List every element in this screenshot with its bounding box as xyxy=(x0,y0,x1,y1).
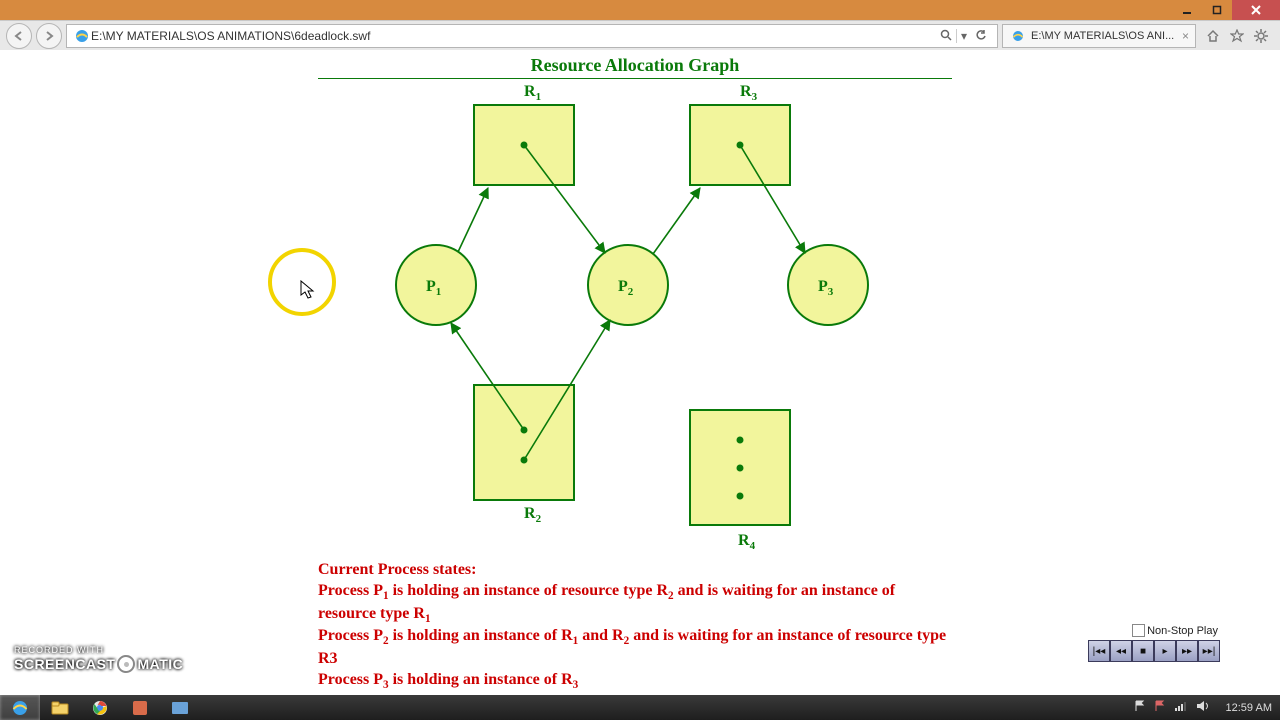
tray-volume-icon[interactable] xyxy=(1196,700,1210,715)
rewind-button[interactable]: ◂◂ xyxy=(1110,640,1132,662)
state-line-1: Process P1 is holding an instance of res… xyxy=(318,581,948,627)
state-line-3: Process P3 is holding an instance of R3 xyxy=(318,670,948,693)
favorites-icon[interactable] xyxy=(1230,29,1244,43)
svg-text:R1: R1 xyxy=(524,83,541,103)
search-icon[interactable] xyxy=(936,29,956,44)
browser-tab[interactable]: E:\MY MATERIALS\OS ANI... × xyxy=(1002,24,1196,48)
tab-title: E:\MY MATERIALS\OS ANI... xyxy=(1031,30,1174,42)
address-bar[interactable]: E:\MY MATERIALS\OS ANIMATIONS\6deadlock.… xyxy=(66,24,998,48)
system-tray[interactable] xyxy=(1126,700,1218,715)
taskbar-ie-icon[interactable] xyxy=(0,695,40,720)
flash-player-controls: Non-Stop Play |◂◂ ◂◂ ■ ▸ ▸▸ ▸▸| xyxy=(1088,623,1220,662)
resource-R3: R3 xyxy=(690,83,790,185)
svg-text:R2: R2 xyxy=(524,505,542,525)
state-line-2: Process P2 is holding an instance of R1 … xyxy=(318,626,948,670)
resource-R1: R1 xyxy=(474,83,574,185)
state-heading: Current Process states: xyxy=(318,560,948,581)
ie-logo-icon xyxy=(1009,27,1027,45)
taskbar-app-icon[interactable] xyxy=(120,695,160,720)
diagram-title: Resource Allocation Graph xyxy=(318,55,952,76)
taskbar-clock[interactable]: 12:59 AM xyxy=(1218,702,1280,714)
process-P1: P1 xyxy=(396,245,476,325)
tab-close-icon[interactable]: × xyxy=(1182,29,1189,43)
last-frame-button[interactable]: ▸▸| xyxy=(1198,640,1220,662)
resource-allocation-graph: R1 R3 P1 P2 P3 R2 xyxy=(318,80,958,580)
mouse-cursor-icon xyxy=(300,280,316,300)
first-frame-button[interactable]: |◂◂ xyxy=(1088,640,1110,662)
forward-button[interactable] xyxy=(36,23,62,49)
ie-logo-icon xyxy=(73,27,91,45)
back-button[interactable] xyxy=(6,23,32,49)
resource-R2: R2 xyxy=(474,385,574,525)
process-P3: P3 xyxy=(788,245,868,325)
watermark-dot-icon xyxy=(117,655,135,673)
windows-taskbar[interactable]: 12:59 AM xyxy=(0,695,1280,720)
resource-R4: R4 xyxy=(690,410,790,552)
process-state-text: Current Process states: Process P1 is ho… xyxy=(318,560,948,693)
maximize-button[interactable] xyxy=(1202,0,1232,20)
home-icon[interactable] xyxy=(1206,29,1220,43)
tray-network-icon[interactable] xyxy=(1174,700,1188,715)
window-titlebar xyxy=(0,0,1280,20)
taskbar-explorer-icon[interactable] xyxy=(40,695,80,720)
refresh-icon[interactable] xyxy=(971,29,991,44)
tools-icon[interactable] xyxy=(1254,29,1268,43)
address-url: E:\MY MATERIALS\OS ANIMATIONS\6deadlock.… xyxy=(91,29,936,43)
process-P2: P2 xyxy=(588,245,668,325)
close-button[interactable] xyxy=(1232,0,1280,20)
title-underline xyxy=(318,78,952,79)
minimize-button[interactable] xyxy=(1172,0,1202,20)
tray-flag2-icon[interactable] xyxy=(1154,700,1166,715)
recorder-watermark: RECORDED WITH SCREENCAST MATIC xyxy=(14,645,183,673)
page-content: Resource Allocation Graph R1 R3 P1 xyxy=(0,50,1280,695)
browser-toolbar: E:\MY MATERIALS\OS ANIMATIONS\6deadlock.… xyxy=(0,20,1280,52)
taskbar-chrome-icon[interactable] xyxy=(80,695,120,720)
stop-button[interactable]: ■ xyxy=(1132,640,1154,662)
svg-text:R4: R4 xyxy=(738,532,756,552)
nonstop-play-checkbox[interactable]: Non-Stop Play xyxy=(1130,623,1220,638)
play-button[interactable]: ▸ xyxy=(1154,640,1176,662)
tray-flag-icon[interactable] xyxy=(1134,700,1146,715)
svg-text:R3: R3 xyxy=(740,83,758,103)
fast-forward-button[interactable]: ▸▸ xyxy=(1176,640,1198,662)
taskbar-app2-icon[interactable] xyxy=(160,695,200,720)
